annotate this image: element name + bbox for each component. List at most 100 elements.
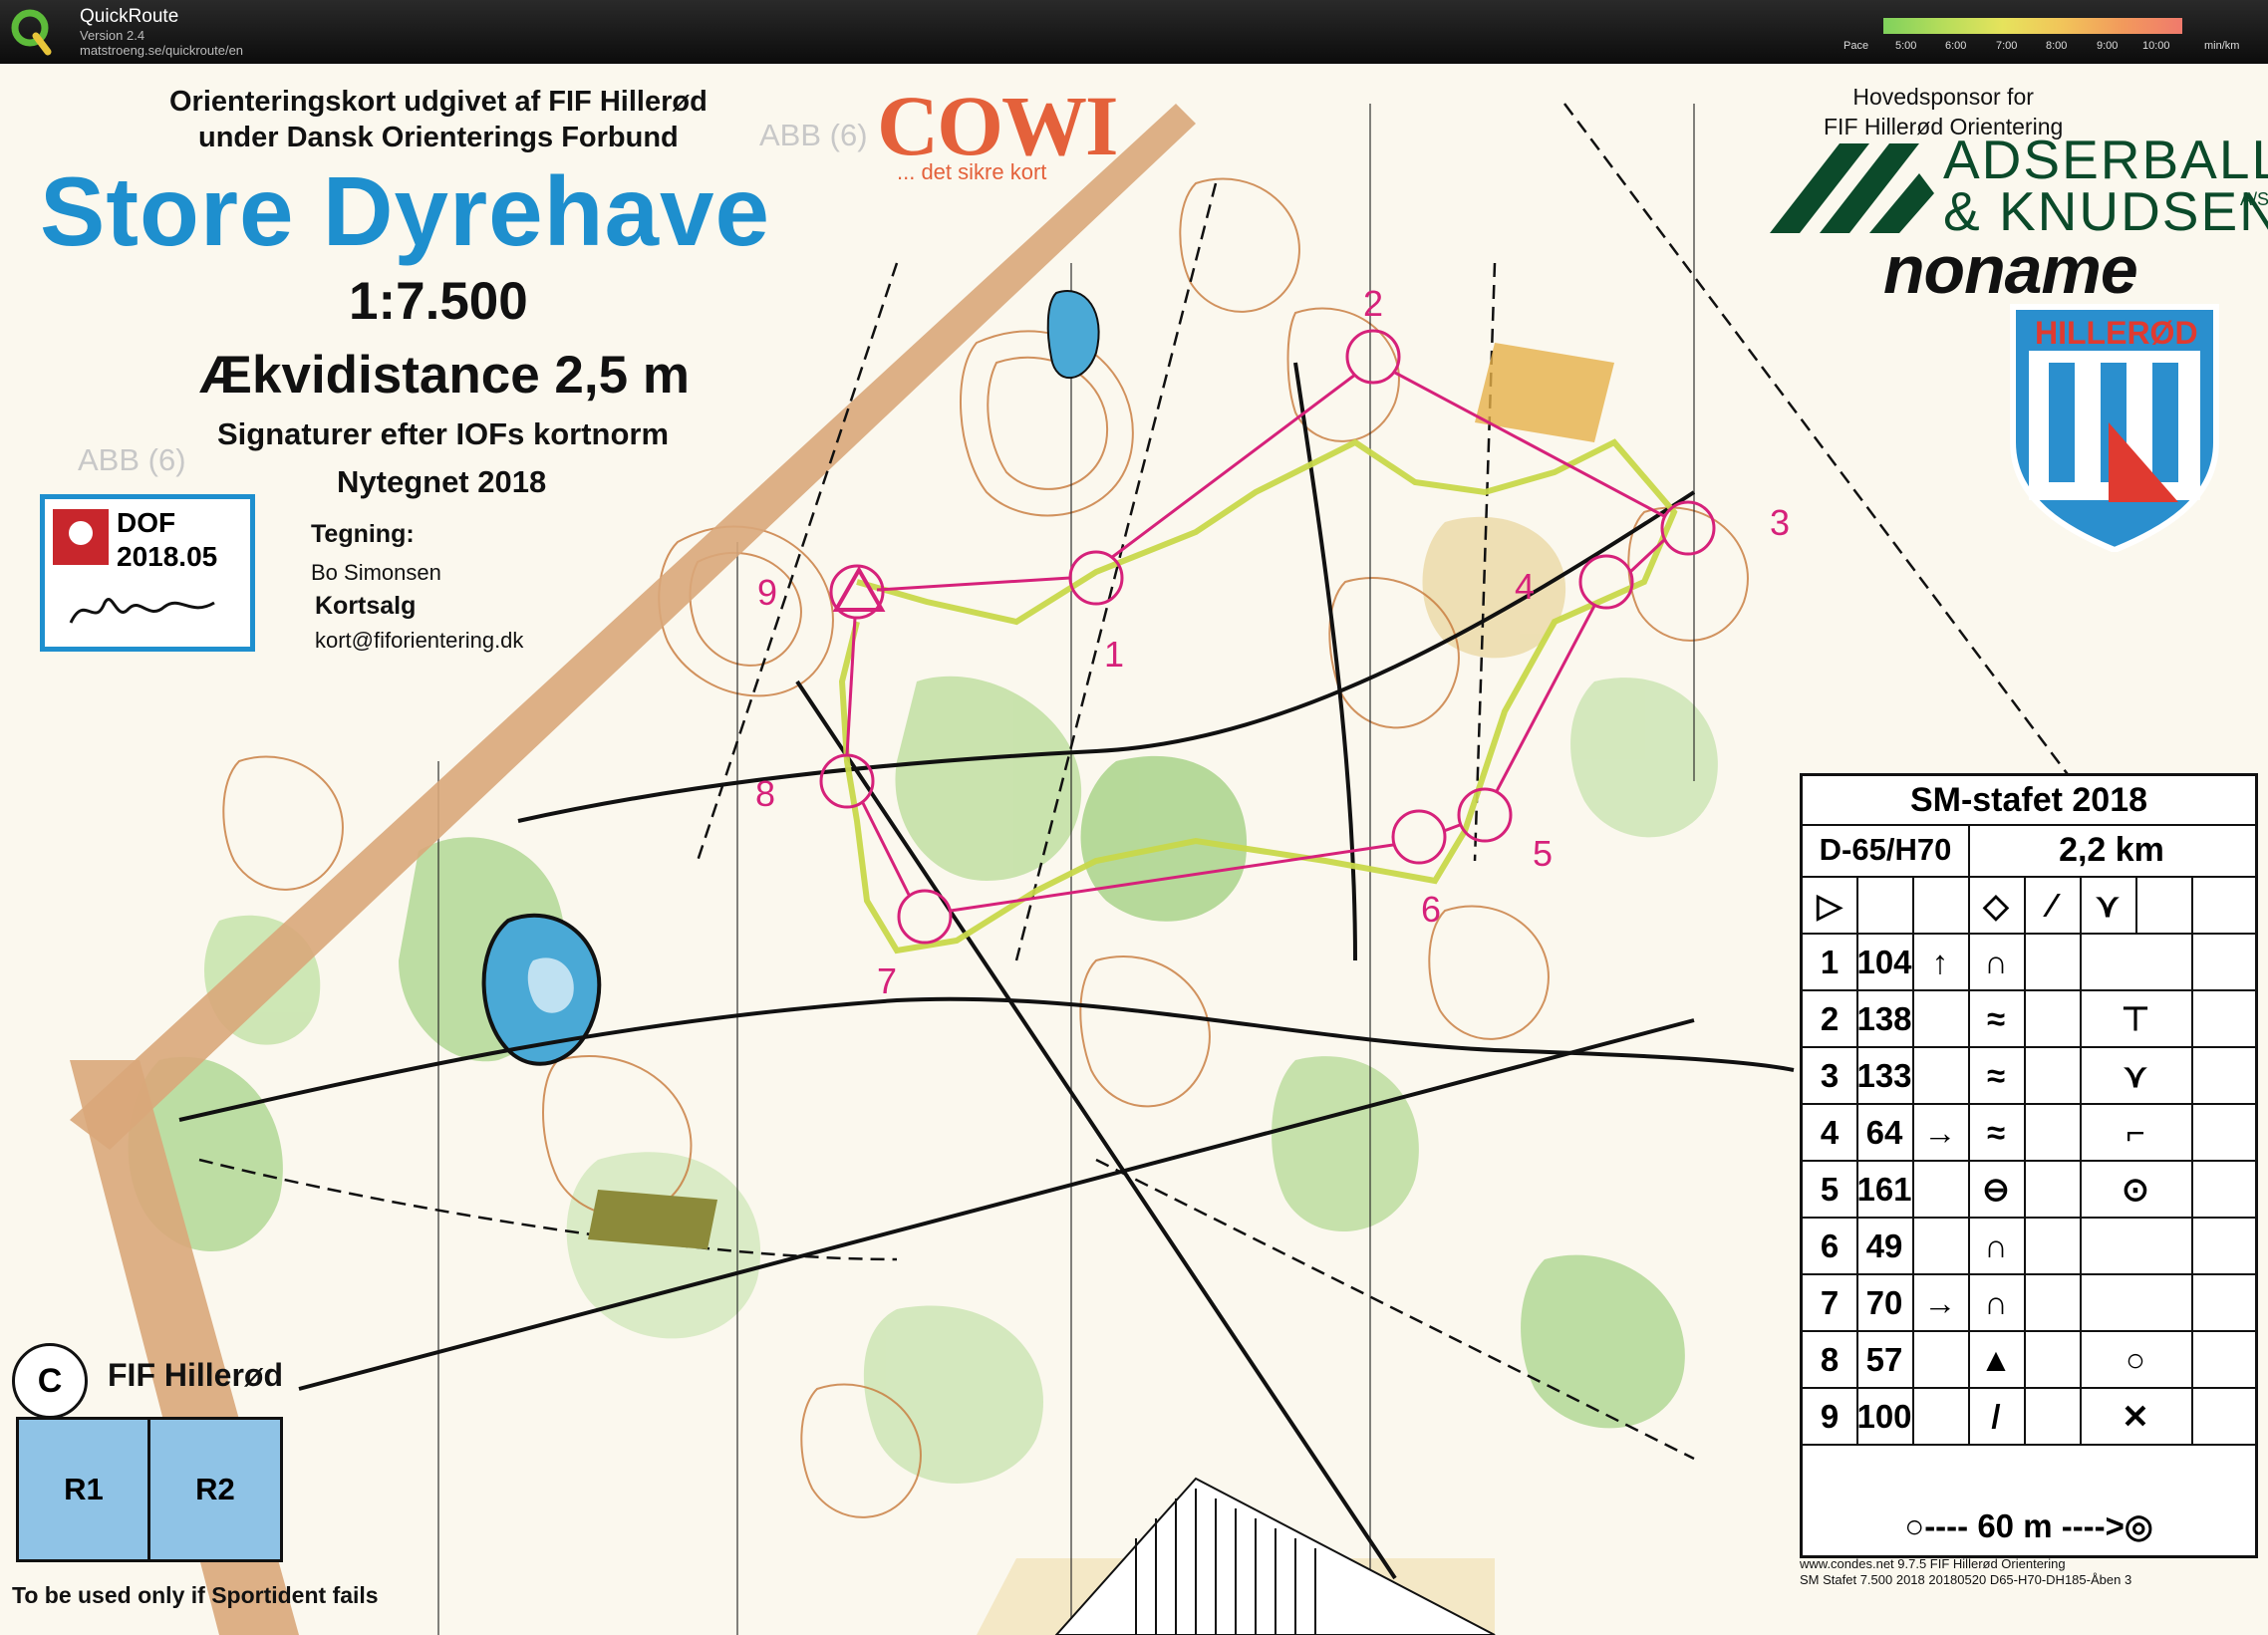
cd-empty-cell [2024, 1389, 2082, 1444]
control-number: 3 [1770, 502, 1791, 543]
cd-direction: → [1912, 1105, 1970, 1160]
drawing-name: Bo Simonsen [311, 560, 441, 585]
cd-length: 2,2 km [1968, 824, 2255, 878]
pace-tick: 6:00 [1945, 40, 1967, 52]
cd-direction [1912, 991, 1970, 1046]
cd-empty-cell [2024, 1048, 2082, 1103]
pace-legend: Pace 5:00 6:00 7:00 8:00 9:00 10:00 min/… [1843, 14, 2252, 60]
cd-control-number: 9 [1803, 1389, 1858, 1444]
cd-detail: ○ [2080, 1332, 2193, 1387]
sales-label: Kortsalg [315, 592, 417, 620]
title-bar: QuickRoute Version 2.4 matstroeng.se/qui… [0, 0, 2268, 64]
signature-icon [69, 598, 215, 624]
cd-detail [2080, 1219, 2193, 1273]
main-sponsor-label-line: Hovedsponsor for [1852, 84, 2034, 110]
app-version: Version 2.4 [80, 28, 145, 43]
cd-empty-cell [2024, 935, 2082, 989]
cd-control-number: 2 [1803, 991, 1858, 1046]
cd-control-number: 4 [1803, 1105, 1858, 1160]
cd-direction [1912, 1162, 1970, 1217]
cd-control-code: 104 [1856, 935, 1914, 989]
cd-direction [1912, 1048, 1970, 1103]
cd-row: 7 70 → ∩ [1803, 1275, 2255, 1332]
pace-tick: 9:00 [2097, 40, 2119, 52]
cd-empty-cell [2024, 1275, 2082, 1330]
cd-control-number: 5 [1803, 1162, 1858, 1217]
start-triangle-icon: ▷ [1803, 878, 1858, 933]
cd-detail: ⌐ [2080, 1105, 2193, 1160]
cd-direction [1912, 1389, 1970, 1444]
cd-empty-cell [2024, 1105, 2082, 1160]
cd-control-code: 138 [1856, 991, 1914, 1046]
app-url[interactable]: matstroeng.se/quickroute/en [80, 43, 243, 58]
relay-leg-box: R2 [147, 1417, 283, 1562]
cd-row: 5 161 ⊖ ⊙ [1803, 1162, 2255, 1219]
cd-finish: ○---- 60 m ---->◎ [1904, 1507, 2153, 1544]
cd-control-code: 100 [1856, 1389, 1914, 1444]
map-title: Store Dyrehave [40, 156, 771, 266]
cd-control-code: 49 [1856, 1219, 1914, 1273]
diamond-icon: ◇ [1968, 878, 2026, 933]
cd-direction: → [1912, 1275, 1970, 1330]
cd-start-row: ▷ ◇ ⁄ ⋎ [1803, 878, 2255, 935]
cd-direction: ↑ [1912, 935, 1970, 989]
control-number: 6 [1421, 889, 1442, 930]
pace-tick: 10:00 [2142, 40, 2170, 52]
symbols-note: Signaturer efter IOFs kortnorm [217, 416, 670, 451]
cd-title: SM-stafet 2018 [1803, 776, 2255, 826]
orienteering-map[interactable]: 1 2 3 4 5 6 7 8 9 Orienteringskort udgiv… [0, 64, 2268, 1635]
map-subtitle-line: Orienteringskort udgivet af FIF Hillerød [169, 86, 708, 118]
map-subtitle: Orienteringskort udgivet af FIF Hillerød… [169, 84, 708, 155]
cd-direction [1912, 1219, 1970, 1273]
cd-empty-cell [2135, 878, 2193, 933]
cd-control-number: 1 [1803, 935, 1858, 989]
cd-empty-cell [2024, 1332, 2082, 1387]
cd-feature: / [1968, 1389, 2026, 1444]
pace-tick: 7:00 [1996, 40, 2018, 52]
cd-feature: ∩ [1968, 1219, 2026, 1273]
cd-feature: ≈ [1968, 1048, 2026, 1103]
cd-row: 6 49 ∩ [1803, 1219, 2255, 1275]
control-number: 8 [755, 773, 776, 814]
pace-tick: 5:00 [1895, 40, 1917, 52]
pace-color-bar [1883, 18, 2182, 34]
relay-symbol: C [12, 1343, 88, 1419]
sales-email[interactable]: kort@fiforientering.dk [315, 628, 523, 654]
noname-logo: noname [1883, 232, 2138, 308]
cd-feature: ▲ [1968, 1332, 2026, 1387]
cd-direction [1912, 1332, 1970, 1387]
cd-control-number: 3 [1803, 1048, 1858, 1103]
control-number: 9 [757, 572, 778, 613]
cd-control-number: 8 [1803, 1332, 1858, 1387]
cd-class: D-65/H70 [1803, 824, 1970, 878]
main-sponsor-suffix: A/S [2240, 189, 2268, 209]
map-subtitle-line: under Dansk Orienterings Forbund [198, 122, 679, 153]
app-name: QuickRoute [80, 6, 179, 27]
map-scale: 1:7.500 [349, 272, 528, 331]
drawing-label: Tegning: [311, 520, 415, 548]
cd-empty-cell [2024, 991, 2082, 1046]
print-info: www.condes.net 9.7.5 FIF Hillerød Orient… [1800, 1556, 2131, 1588]
cd-empty-cell [2024, 1162, 2082, 1217]
cd-empty-cell [2024, 1219, 2082, 1273]
contour-interval: Ækvidistance 2,5 m [199, 346, 690, 405]
cd-feature: ≈ [1968, 991, 2026, 1046]
control-number: 1 [1104, 634, 1125, 675]
print-info-line: SM Stafet 7.500 2018 20180520 D65-H70-DH… [1800, 1572, 2132, 1587]
cd-detail: ⊤ [2080, 991, 2193, 1046]
cd-control-code: 133 [1856, 1048, 1914, 1103]
cd-detail [2080, 1275, 2193, 1330]
control-number: 5 [1533, 833, 1554, 874]
cd-row: 4 64 → ≈ ⌐ [1803, 1105, 2255, 1162]
control-number: 7 [877, 960, 898, 1001]
control-number: 2 [1363, 283, 1384, 324]
abb-label: ABB (6) [78, 442, 186, 477]
control-description-sheet: SM-stafet 2018 D-65/H70 2,2 km ▷ ◇ ⁄ ⋎ 1… [1800, 773, 2258, 1558]
control-number: 4 [1515, 566, 1536, 607]
print-info-line: www.condes.net 9.7.5 FIF Hillerød Orient… [1800, 1556, 2066, 1571]
cd-feature: ≈ [1968, 1105, 2026, 1160]
slash-icon: ⁄ [2024, 878, 2082, 933]
redrawn-note: Nytegnet 2018 [337, 464, 547, 499]
cd-row: 8 57 ▲ ○ [1803, 1332, 2255, 1389]
cd-detail: ⊙ [2080, 1162, 2193, 1217]
